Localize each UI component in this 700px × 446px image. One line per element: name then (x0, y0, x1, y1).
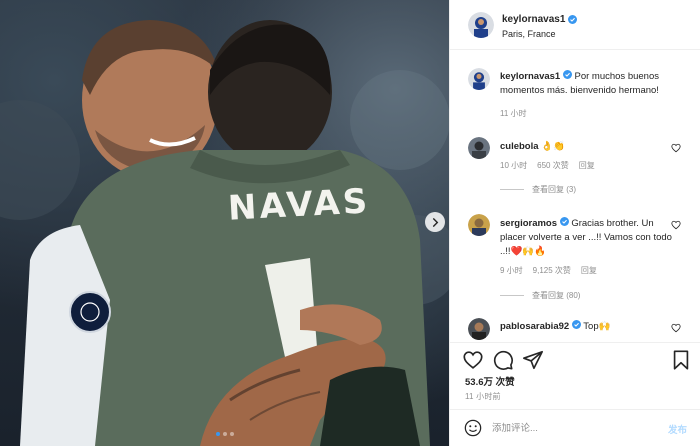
timestamp[interactable]: 10 小时 (500, 160, 527, 171)
like-button[interactable] (462, 349, 484, 371)
post-timestamp[interactable]: 11 小时前 (465, 391, 501, 402)
verified-badge-icon (568, 15, 578, 24)
comment-body: Top🙌 (583, 321, 611, 332)
heart-icon[interactable] (671, 323, 681, 333)
comment-text: sergioramos Gracias brother. Un placer v… (500, 217, 678, 259)
timestamp[interactable]: 9 小时 (500, 265, 523, 276)
next-image-button[interactable] (425, 212, 445, 232)
caption-meta: 11 小时 (500, 108, 527, 119)
post-comment-button[interactable]: 发布 (668, 422, 687, 436)
share-button[interactable] (522, 349, 544, 371)
comment-username[interactable]: culebola (500, 141, 539, 152)
replies-divider (500, 295, 524, 296)
comment-input[interactable] (492, 419, 652, 437)
view-replies-button[interactable]: 查看回复 (80) (500, 290, 580, 301)
save-button[interactable] (670, 349, 692, 371)
caption-text: keylornavas1 Por muchos buenos momentos … (500, 70, 678, 98)
post-author-username[interactable]: keylornavas1 (502, 14, 578, 25)
comment-text: culebola 👌👏 (500, 140, 678, 154)
avatar[interactable] (468, 12, 494, 38)
heart-icon (463, 351, 483, 369)
replies-divider (500, 189, 524, 190)
carousel-indicator (216, 432, 234, 436)
view-replies-button[interactable]: 查看回复 (3) (500, 184, 576, 195)
verified-badge-icon (571, 320, 581, 329)
comment-bubble-icon (493, 350, 513, 370)
post-image[interactable]: NAVAS (0, 0, 449, 446)
like-count[interactable]: 53.6万 次赞 (465, 374, 515, 388)
emoji-icon[interactable] (464, 419, 482, 437)
avatar[interactable] (468, 318, 490, 340)
comment-body: 👌👏 (541, 141, 565, 152)
timestamp[interactable]: 11 小时 (500, 108, 527, 119)
comment-like-count[interactable]: 9,125 次赞 (533, 265, 571, 276)
add-comment-bar: 发布 (450, 409, 700, 446)
carousel-dot-active (216, 432, 220, 436)
verified-badge-icon (559, 217, 569, 226)
comment-username[interactable]: sergioramos (500, 218, 557, 229)
carousel-dot (223, 432, 227, 436)
comment-username[interactable]: pablosarabia92 (500, 321, 569, 332)
reply-button[interactable]: 回复 (581, 265, 597, 276)
bookmark-icon (673, 350, 689, 370)
post-header: keylornavas1 Paris, France (450, 0, 700, 50)
comment-meta: 10 小时 650 次赞 回复 (500, 160, 595, 171)
avatar[interactable] (468, 137, 490, 159)
avatar[interactable] (468, 68, 490, 90)
avatar[interactable] (468, 214, 490, 236)
jersey-name: NAVAS (227, 181, 372, 229)
username-link[interactable]: keylornavas1 (502, 14, 565, 25)
photo-illustration (0, 20, 449, 446)
view-replies-label[interactable]: 查看回复 (80) (532, 290, 580, 301)
post-side-panel: keylornavas1 Paris, France keylornavas1 … (449, 0, 700, 446)
comment-text: pablosarabia92 Top🙌 (500, 320, 678, 334)
heart-icon[interactable] (671, 143, 681, 153)
chevron-right-icon (432, 217, 438, 227)
paper-plane-icon (523, 350, 543, 370)
reply-button[interactable]: 回复 (579, 160, 595, 171)
post-location[interactable]: Paris, France (502, 29, 556, 39)
caption-username[interactable]: keylornavas1 (500, 71, 560, 82)
comment-like-count[interactable]: 650 次赞 (537, 160, 569, 171)
comments-list[interactable]: keylornavas1 Por muchos buenos momentos … (450, 50, 700, 342)
heart-icon[interactable] (671, 220, 681, 230)
carousel-dot (230, 432, 234, 436)
comment-meta: 9 小时 9,125 次赞 回复 (500, 265, 597, 276)
comment-button[interactable] (492, 349, 514, 371)
view-replies-label[interactable]: 查看回复 (3) (532, 184, 576, 195)
post-actions: 53.6万 次赞 11 小时前 发布 (450, 342, 700, 446)
verified-badge-icon (562, 70, 572, 79)
